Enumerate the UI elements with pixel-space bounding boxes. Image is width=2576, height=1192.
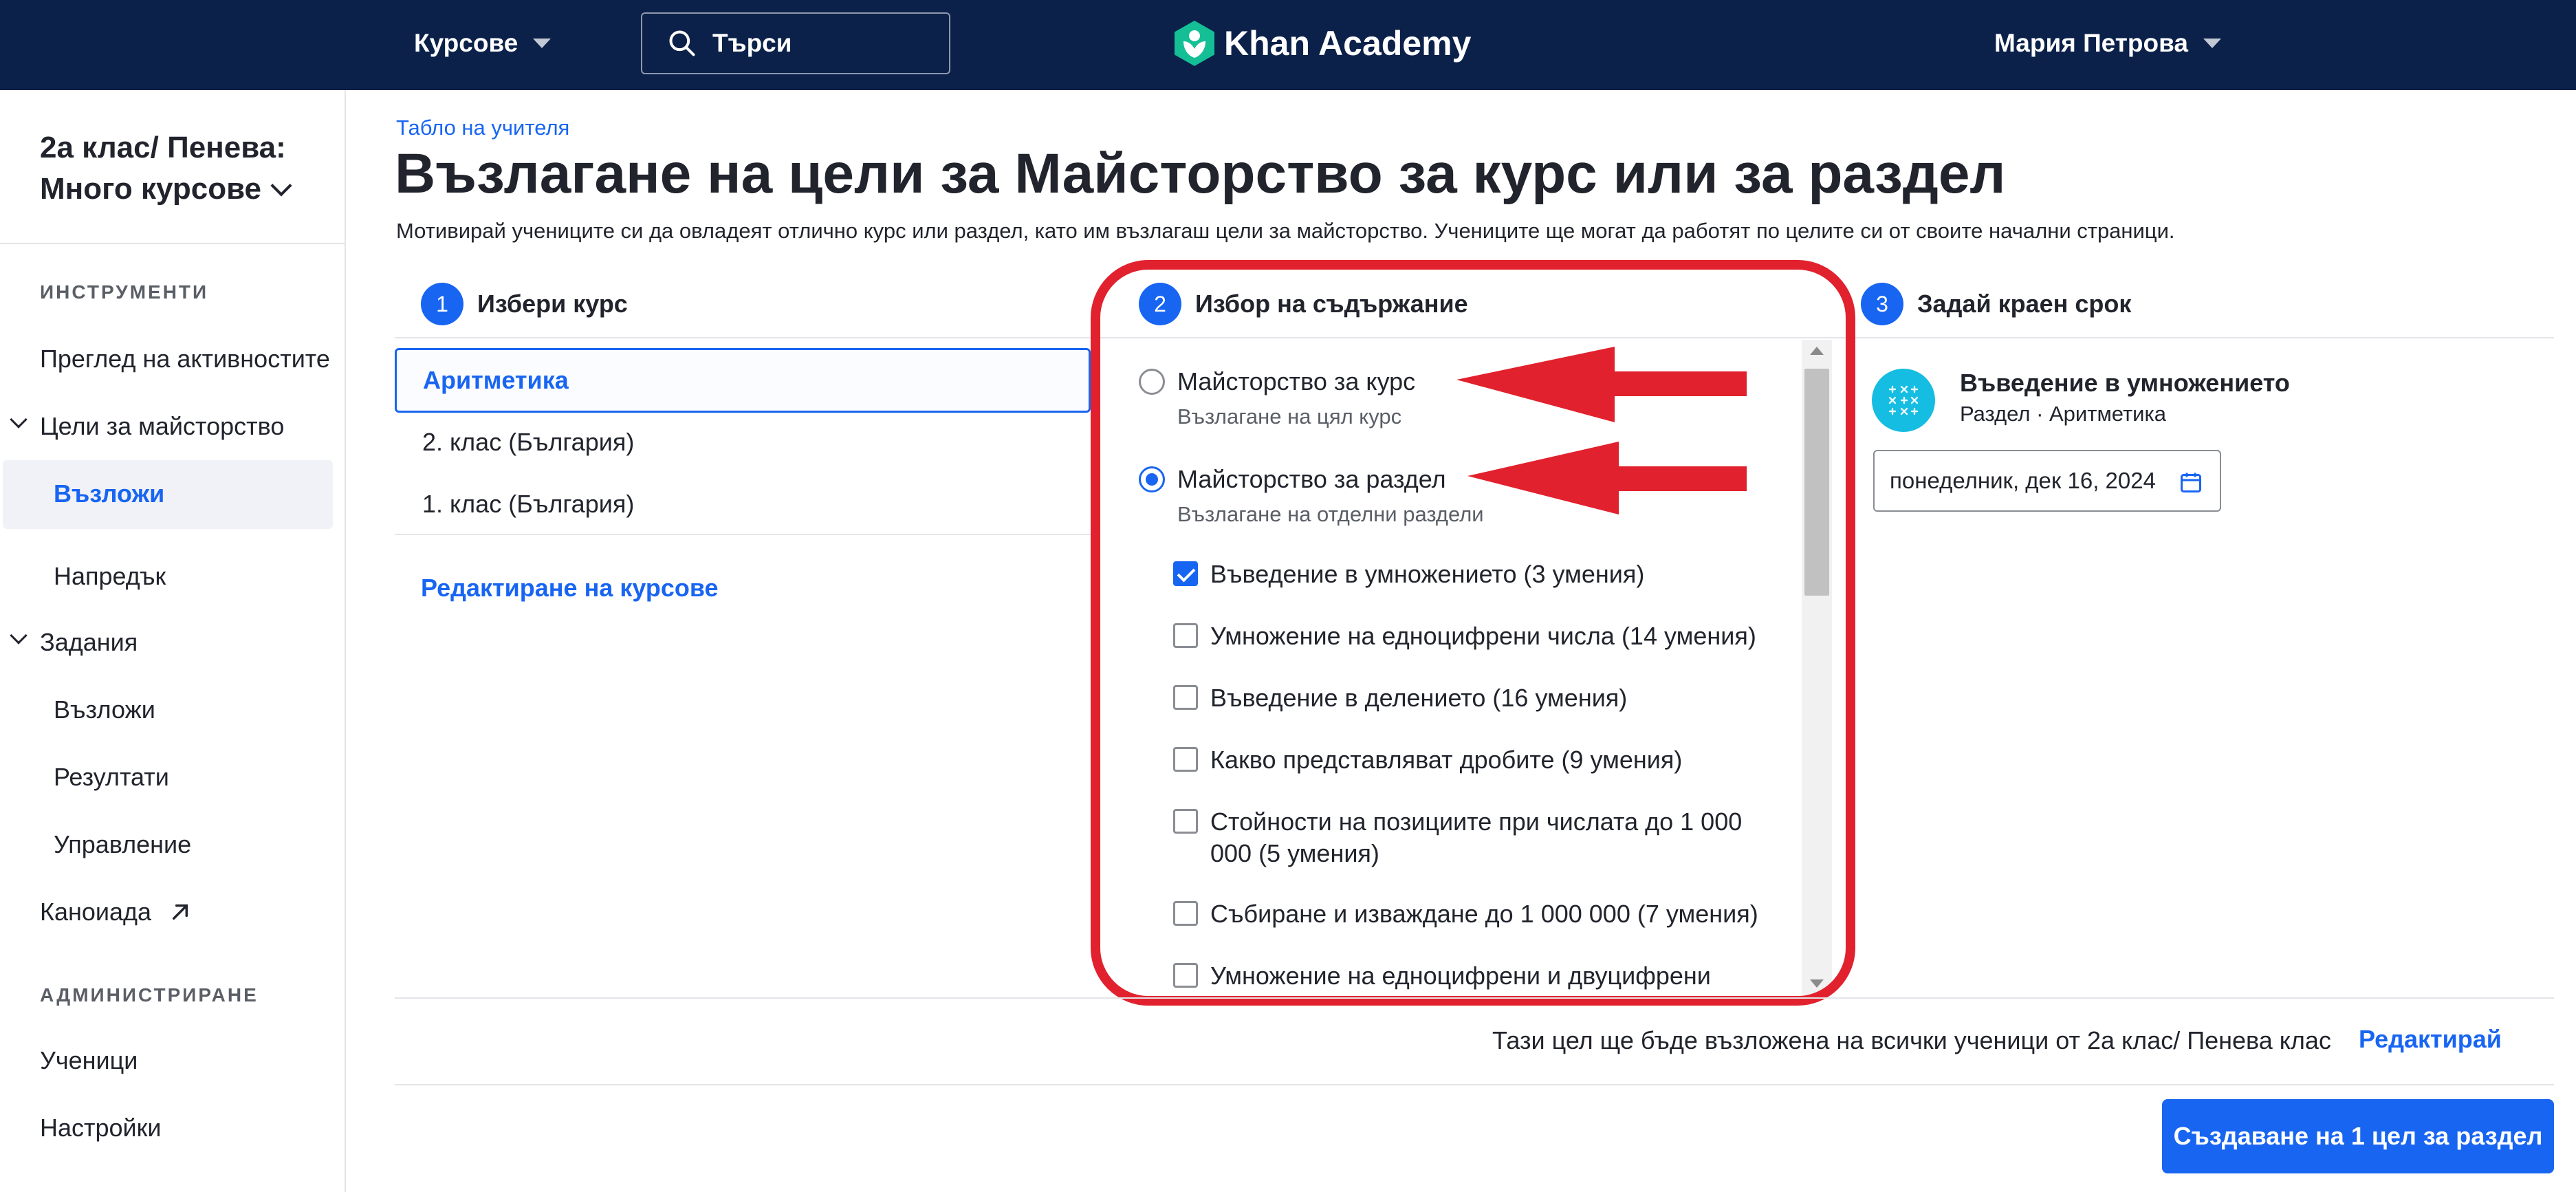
step-number-badge: 2 <box>1139 283 1181 325</box>
grid-pattern-icon <box>1888 385 1919 415</box>
unit-label: Въведение в делението (16 умения) <box>1210 684 1628 712</box>
calendar-icon[interactable] <box>2179 469 2203 495</box>
unit-label: Събиране и изваждане до 1 000 000 (7 уме… <box>1210 900 1758 928</box>
course-item[interactable]: 1. клас (България) <box>422 490 634 519</box>
step-number-badge: 3 <box>1861 283 1903 325</box>
unit-checkbox[interactable] <box>1173 963 1198 988</box>
sidebar-item-assignments-manage[interactable]: Управление <box>54 830 191 859</box>
assignment-recipients-note: Тази цел ще бъде възложена на всички уче… <box>1492 1026 2331 1054</box>
sidebar: 2а клас/ Пенева: Много курсове ИНСТРУМЕН… <box>0 90 346 1192</box>
multiplication-unit-icon <box>1872 369 1935 432</box>
create-goal-button[interactable]: Създаване на 1 цел за раздел <box>2162 1099 2554 1173</box>
edit-courses-link[interactable]: Редактиране на курсове <box>421 574 719 603</box>
step-3-header: 3 Задай краен срок <box>1861 281 2131 327</box>
selected-unit-meta: Раздел · Аритметика <box>1960 402 2166 426</box>
course-list-divider <box>395 534 1091 535</box>
courses-menu-label: Курсове <box>414 29 519 57</box>
search-input[interactable] <box>712 29 939 58</box>
footer-divider-bottom <box>395 1084 2554 1085</box>
footer-divider-top <box>395 997 2554 999</box>
chevron-down-icon[interactable] <box>10 411 28 429</box>
scroll-down-arrow-icon[interactable] <box>1810 979 1824 988</box>
unit-checkbox[interactable] <box>1173 901 1198 926</box>
page-description: Мотивирай учениците си да овладеят отлич… <box>396 219 2175 243</box>
unit-checkbox[interactable] <box>1173 809 1198 834</box>
unit-checkbox[interactable] <box>1173 685 1198 710</box>
selected-unit-title: Въведение в умножението <box>1960 369 2290 397</box>
due-date-field[interactable] <box>1873 450 2221 512</box>
unit-mastery-label: Майсторство за раздел <box>1177 465 1446 493</box>
sidebar-item-label: Каноиада <box>40 898 152 926</box>
sidebar-divider <box>0 243 346 244</box>
page-title: Възлагане на цели за Майсторство за курс… <box>395 142 2006 205</box>
edit-recipients-link[interactable]: Редактирай <box>2359 1025 2502 1054</box>
course-mastery-description: Възлагане на цял курс <box>1177 404 1402 429</box>
unit-checkbox[interactable] <box>1173 561 1198 586</box>
step-label: Избор на съдържание <box>1195 290 1468 318</box>
step-2-header: 2 Избор на съдържание <box>1139 281 1468 327</box>
unit-mastery-description: Възлагане на отделни раздели <box>1177 502 1484 526</box>
courses-menu-button[interactable]: Курсове <box>414 26 552 61</box>
tools-heading: ИНСТРУМЕНТИ <box>40 281 209 303</box>
content-selection-panel: Майсторство за курс Възлагане на цял кур… <box>1114 338 1835 1000</box>
sidebar-item-assignments[interactable]: Задания <box>40 628 138 657</box>
chevron-down-icon <box>270 175 292 197</box>
course-mastery-radio[interactable] <box>1139 369 1165 395</box>
sidebar-item-activity-overview[interactable]: Преглед на активностите <box>40 345 330 373</box>
unit-mastery-radio[interactable] <box>1139 466 1165 492</box>
scrollbar-thumb[interactable] <box>1804 369 1829 596</box>
user-name: Мария Петрова <box>1994 29 2188 57</box>
class-title: 2а клас/ Пенева: Много курсове <box>40 131 286 206</box>
unit-checkbox[interactable] <box>1173 747 1198 772</box>
sidebar-item-assignments-results[interactable]: Резултати <box>54 763 169 792</box>
top-navigation-bar: Курсове Khan Academy Мария Петрова <box>0 0 2576 90</box>
annotation-arrow-icon <box>1467 442 1747 514</box>
sidebar-item-mastery-assign[interactable]: Възложи <box>3 460 333 529</box>
unit-label: Умножение на едноцифрени числа (14 умени… <box>1210 622 1756 650</box>
step-label: Избери курс <box>477 290 628 318</box>
step-1-header: 1 Избери курс <box>421 281 628 327</box>
class-selector[interactable]: 2а клас/ Пенева: Много курсове <box>40 127 329 210</box>
sidebar-item-mastery-progress[interactable]: Напредък <box>54 562 166 591</box>
user-menu-button[interactable]: Мария Петрова <box>1994 26 2221 61</box>
sidebar-item-settings[interactable]: Настройки <box>40 1114 162 1142</box>
unit-label: Въведение в умножението (3 умения) <box>1210 560 1645 588</box>
step-label: Задай краен срок <box>1917 290 2132 318</box>
sidebar-item-canonaida[interactable]: Каноиада <box>40 898 191 926</box>
unit-label: Умножение на едноцифрени и двуцифрени чи… <box>1210 962 1711 1000</box>
caret-down-icon <box>2203 39 2221 48</box>
annotation-arrow-icon <box>1456 347 1747 422</box>
sidebar-item-label: Възложи <box>54 479 165 508</box>
sidebar-item-assignments-assign[interactable]: Възложи <box>54 695 155 724</box>
external-link-icon <box>173 904 188 920</box>
unit-label: Какво представляват дробите (9 умения) <box>1210 746 1683 774</box>
khan-academy-logo-icon <box>1175 21 1214 66</box>
course-item[interactable]: 2. клас (България) <box>422 428 634 457</box>
due-date-input[interactable] <box>1890 468 2165 494</box>
admin-heading: АДМИНИСТРИРАНЕ <box>40 984 259 1006</box>
course-item-selected[interactable]: Аритметика <box>395 348 1091 413</box>
course-mastery-label: Майсторство за курс <box>1177 367 1416 395</box>
unit-checkbox[interactable] <box>1173 623 1198 648</box>
search-icon <box>669 30 695 56</box>
sidebar-item-students[interactable]: Ученици <box>40 1046 138 1075</box>
breadcrumb-teacher-dashboard[interactable]: Табло на учителя <box>396 116 569 140</box>
sidebar-item-mastery-goals[interactable]: Цели за майсторство <box>40 412 284 441</box>
step-number-badge: 1 <box>421 283 463 325</box>
logo-text: Khan Academy <box>1224 24 1472 63</box>
unit-label: Стойности на позициите при числата до 1 … <box>1210 808 1743 867</box>
search-box[interactable] <box>641 12 950 74</box>
scroll-up-arrow-icon[interactable] <box>1810 347 1824 355</box>
content-scrollbar[interactable] <box>1802 340 1832 995</box>
caret-down-icon <box>533 39 552 48</box>
chevron-down-icon[interactable] <box>10 627 28 644</box>
khan-academy-logo[interactable]: Khan Academy <box>1175 21 1471 66</box>
